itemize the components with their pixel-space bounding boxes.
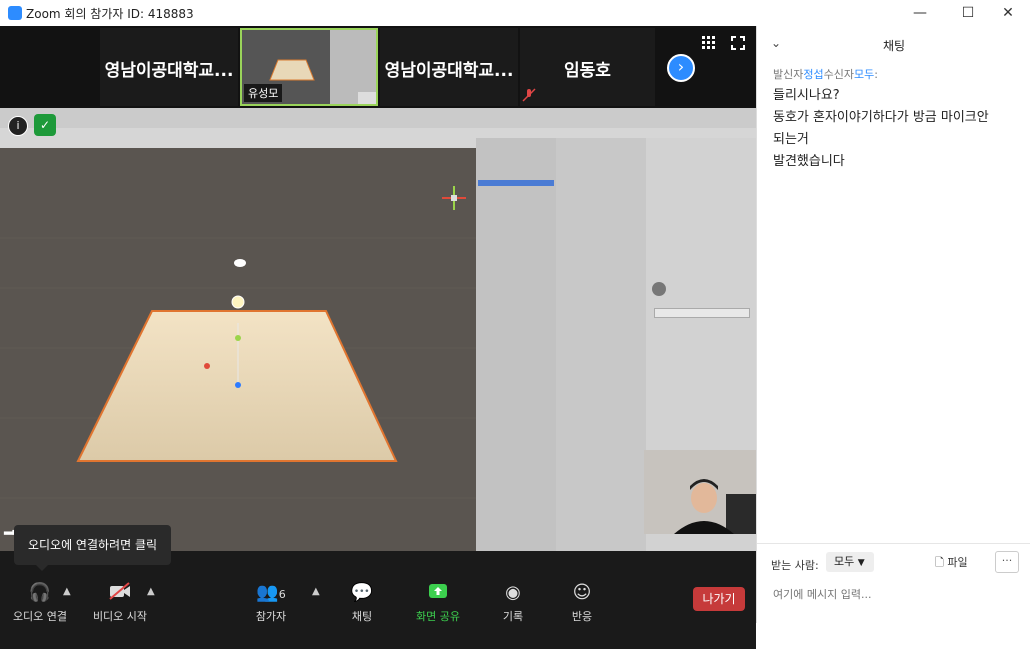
meeting-area: 영남이공대학교... 유성모 영남이공대학교... 임동호 › i ✓ 오디오에… — [0, 26, 756, 649]
chat-title: 채팅 — [882, 39, 906, 53]
chat-bubble-icon: 💬 — [350, 582, 374, 603]
info-icon[interactable]: i — [8, 116, 28, 136]
recipient-label: 받는 사람: — [771, 559, 819, 572]
chevron-down-icon: ▼ — [857, 558, 865, 568]
audio-options-caret[interactable]: ▲ — [63, 586, 71, 597]
video-options-caret[interactable]: ▲ — [147, 586, 155, 597]
fullscreen-icon[interactable] — [731, 36, 745, 50]
muted-mic-icon — [522, 88, 536, 102]
participant-name: 영남이공대학교... — [384, 61, 514, 81]
share-screen-icon — [410, 582, 466, 604]
chat-button[interactable]: 💬 채팅 — [336, 582, 388, 624]
unity-hierarchy-panel — [476, 138, 556, 551]
chat-composer: 받는 사람: 모두 ▼ 🗋 파일 ··· — [757, 543, 1030, 624]
participant-tile[interactable]: 영남이공대학교... — [380, 28, 518, 106]
file-icon: 🗋 — [935, 556, 944, 569]
unity-scene-view — [0, 148, 476, 551]
chevron-right-icon[interactable]: › — [667, 54, 695, 82]
scene-graphic — [0, 186, 476, 499]
recipient-select[interactable]: 모두 ▼ — [826, 552, 874, 572]
recipient-name[interactable]: 모두 — [854, 68, 874, 81]
participant-strip: 영남이공대학교... 유성모 영남이공대학교... 임동호 › — [0, 26, 756, 108]
participant-tile-active[interactable]: 유성모 — [240, 28, 378, 106]
window-title: Zoom 회의 참가자 ID: 418883 — [26, 7, 194, 21]
close-button[interactable]: ✕ — [986, 0, 1030, 26]
chat-message: 들리시나요? — [773, 88, 840, 103]
share-screen-button[interactable]: 화면 공유 — [410, 582, 466, 624]
participant-name: 유성모 — [244, 84, 283, 102]
title-bar: Zoom 회의 참가자 ID: 418883 — ☐ ✕ — [0, 0, 1030, 27]
person-video — [644, 450, 756, 534]
message-sender-line: 발신자정섭수신자모두: — [773, 68, 878, 81]
chat-header: ⌄ 채팅 — [757, 26, 1030, 64]
sender-name[interactable]: 정섭 — [803, 68, 823, 81]
chat-panel: ⌄ 채팅 발신자정섭수신자모두: 들리시나요? 동호가 혼자이야기하다가 방금 … — [756, 26, 1030, 623]
emoji-add-icon: ☺ — [572, 582, 592, 603]
chat-message-input[interactable] — [771, 579, 1021, 609]
maximize-button[interactable]: ☐ — [946, 0, 990, 26]
participant-name: 영남이공대학교... — [104, 61, 234, 81]
self-video-thumbnail — [644, 450, 756, 534]
participant-tile[interactable]: 임동호 — [520, 28, 655, 106]
file-button[interactable]: 🗋 파일 — [935, 554, 968, 573]
participant-tile[interactable]: 영남이공대학교... — [100, 28, 238, 106]
leave-meeting-button[interactable]: 나가기 — [693, 587, 745, 611]
unity-project-panel — [556, 138, 646, 551]
unity-menubar — [0, 108, 756, 128]
shield-icon[interactable]: ✓ — [34, 114, 56, 136]
chat-message: 발견했습니다 — [773, 154, 845, 169]
reactions-button[interactable]: ☺ 반응 — [559, 582, 605, 624]
video-off-icon — [88, 582, 152, 604]
grid-view-icon[interactable] — [702, 36, 716, 50]
more-options-button[interactable]: ··· — [995, 551, 1019, 573]
audio-tooltip: 오디오에 연결하려면 클릭 — [14, 525, 171, 571]
record-icon: ◉ — [505, 582, 521, 603]
chat-message: 되는거 — [773, 132, 809, 147]
participants-icon: 👥6 — [256, 582, 286, 603]
participants-button[interactable]: 👥6 참가자 — [245, 582, 297, 624]
meeting-toolbar: 🎧 오디오 연결 ▲ 비디오 시작 ▲ 👥6 참가자 ▲ 💬 채팅 화면 공유 … — [0, 574, 756, 649]
record-button[interactable]: ◉ 기록 — [490, 582, 536, 624]
shared-screen: i ✓ — [0, 108, 756, 551]
chat-message: 동호가 혼자이야기하다가 방금 마이크안 — [773, 110, 989, 125]
zoom-app-icon — [8, 6, 22, 20]
minimize-button[interactable]: — — [898, 0, 942, 26]
participant-name: 임동호 — [564, 61, 611, 81]
start-video-button[interactable]: 비디오 시작 — [88, 582, 152, 624]
participants-options-caret[interactable]: ▲ — [312, 586, 320, 597]
